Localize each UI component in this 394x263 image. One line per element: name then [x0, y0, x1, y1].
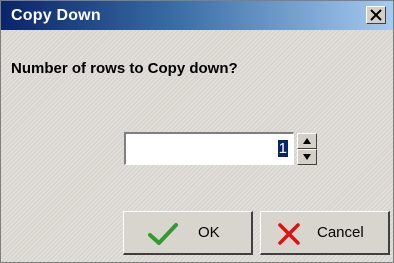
spin-down-button[interactable]: [297, 149, 317, 165]
prompt-label: Number of rows to Copy down?: [11, 60, 238, 77]
rows-input-value: 1: [277, 140, 288, 157]
spin-up-button[interactable]: [297, 133, 317, 149]
window-title: Copy Down: [11, 7, 101, 24]
cancel-button-label: Cancel: [317, 224, 364, 241]
close-button[interactable]: [366, 6, 386, 24]
ok-button[interactable]: OK: [123, 211, 253, 255]
copy-down-dialog: Copy Down Number of rows to Copy down? 1…: [0, 0, 394, 263]
spin-down-icon: [303, 154, 311, 160]
rows-input[interactable]: 1: [124, 132, 294, 165]
spin-up-icon: [303, 138, 311, 144]
close-icon: [370, 9, 382, 21]
title-bar[interactable]: Copy Down: [1, 1, 393, 30]
x-icon: [278, 223, 300, 245]
ok-button-label: OK: [198, 224, 220, 241]
cancel-button[interactable]: Cancel: [260, 211, 390, 255]
checkmark-icon: [148, 223, 178, 245]
